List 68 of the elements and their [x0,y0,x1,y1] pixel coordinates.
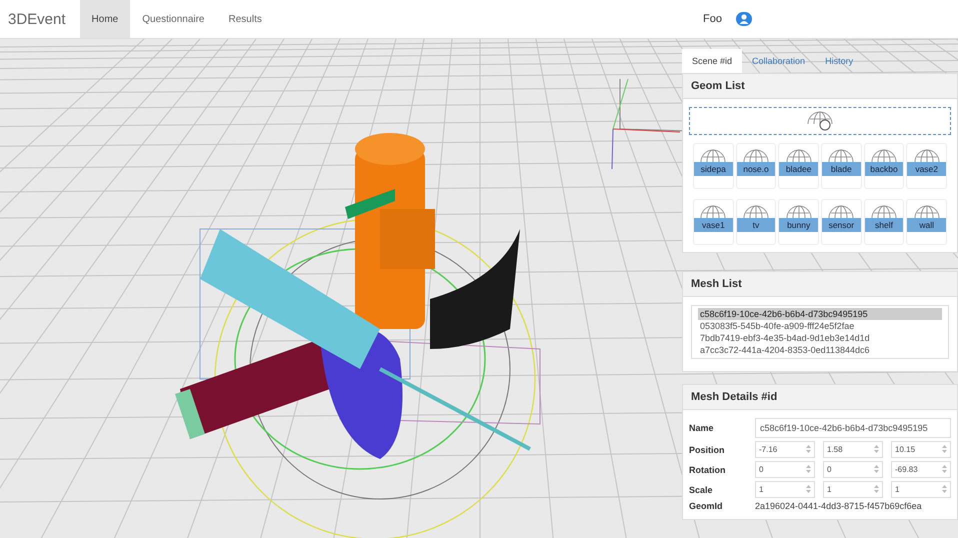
name-field[interactable]: c58c6f19-10ce-42b6-b6b4-d73bc9495195 [755,418,951,438]
field-label: Rotation [689,464,726,474]
spinner-icon[interactable] [874,445,879,453]
globe-icon [784,148,813,164]
section-title: Geom List [683,74,957,99]
number-field[interactable]: 1 [755,481,815,498]
globe-icon [784,204,813,220]
geom-tile[interactable]: tv [736,199,776,245]
globe-icon [912,148,941,164]
globe-icon [827,148,856,164]
number-field[interactable]: 1 [823,481,883,498]
spinner-icon[interactable] [806,465,811,473]
nav-link[interactable]: Results [216,0,274,38]
panel-tab[interactable]: History [815,49,864,73]
section-title: Mesh List [683,272,957,297]
geom-tile[interactable]: wall [906,199,947,245]
panel-tab[interactable]: Scene #id [682,49,742,73]
geom-tile[interactable]: bunny [778,199,819,245]
spinner-icon[interactable] [806,445,811,453]
spinner-icon[interactable] [806,485,811,493]
nav-link[interactable]: Home [80,0,130,38]
geom-tile[interactable]: nose.o [736,143,776,189]
geom-tile[interactable]: sidepa [693,143,734,189]
globe-icon [870,148,898,164]
number-field[interactable]: 0 [755,461,815,478]
geom-tile[interactable]: vase2 [906,143,947,189]
globe-icon [912,204,941,220]
app-brand[interactable]: 3DEvent [0,10,80,28]
geom-tile[interactable]: vase1 [693,199,734,245]
geom-tile[interactable]: sensor [821,199,862,245]
globe-icon [699,148,728,164]
globe-icon [742,148,770,164]
number-field[interactable]: 10.15 [891,441,951,458]
geom-id: 2a196024-0441-4dd3-8715-f457b69cf6ea [755,501,923,511]
spinner-icon[interactable] [942,485,947,493]
mesh-listbox[interactable]: c58c6f19-10ce-42b6-b6b4-d73bc9495195 053083f5-545b-40fe-a909-fff24e5f2fae 7bdb7419-ebf3-4e35-b4ad-9d1eb3e14d1d a7cc3c72-441a-4204-8353-0ed113844dc6 [691,305,949,359]
field-label: Scale [689,484,714,494]
geom-tile[interactable]: shelf [864,199,904,245]
globe-icon [806,110,834,132]
field-label: Position [689,444,726,454]
user-icon[interactable] [736,12,752,26]
geom-tile[interactable]: blade [821,143,862,189]
globe-icon [699,204,728,220]
user-name[interactable]: Foo [703,13,722,25]
spinner-icon[interactable] [874,465,879,473]
geom-tile[interactable]: backbo [864,143,904,189]
nav-link[interactable]: Questionnaire [130,0,216,38]
number-field[interactable]: -69.83 [891,461,951,478]
section-title: Mesh Details #id [683,385,957,410]
geom-tile[interactable]: bladee [778,143,819,189]
mesh-list-item[interactable]: 7bdb7419-ebf3-4e35-b4ad-9d1eb3e14d1d [698,332,942,344]
globe-icon [827,204,856,220]
field-label: Name [689,423,715,433]
spinner-icon[interactable] [942,445,947,453]
number-field[interactable]: 1.58 [823,441,883,458]
globe-icon [870,204,898,220]
field-label: GeomId [689,501,724,511]
globe-icon [742,204,770,220]
spinner-icon[interactable] [942,465,947,473]
mesh-list-item[interactable]: c58c6f19-10ce-42b6-b6b4-d73bc9495195 [698,308,942,320]
number-field[interactable]: 0 [823,461,883,478]
drop-zone[interactable] [689,107,951,135]
mesh-list-item[interactable]: a7cc3c72-441a-4204-8353-0ed113844dc6 [698,344,942,356]
number-field[interactable]: -7.16 [755,441,815,458]
spinner-icon[interactable] [874,485,879,493]
number-field[interactable]: 1 [891,481,951,498]
panel-tab[interactable]: Collaboration [742,49,816,73]
mesh-list-item[interactable]: 053083f5-545b-40fe-a909-fff24e5f2fae [698,320,942,332]
